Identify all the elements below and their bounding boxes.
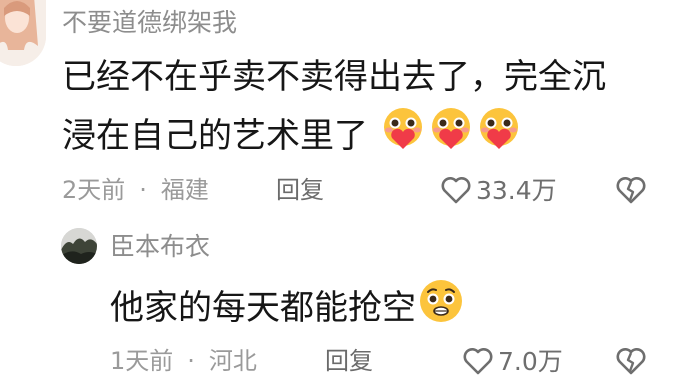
heart-hug-emoji-icon xyxy=(379,105,427,170)
comment-list: 不要道德绑架我 已经不在乎卖不卖得出去了，完全沉 浸在自己的艺术里了 2天前 ·… xyxy=(0,0,674,379)
heart-hug-emoji-icon xyxy=(475,105,523,170)
pleading-face-emoji-icon xyxy=(416,276,466,343)
like-button[interactable]: 7.0万 xyxy=(462,346,563,376)
like-count: 7.0万 xyxy=(498,346,563,376)
reply-button[interactable]: 回复 xyxy=(276,178,324,202)
comment-text-fragment: 浸在自己的艺术里了 xyxy=(62,116,368,156)
meta-separator: · xyxy=(187,347,195,375)
comment-meta: 1天前 · 河北 xyxy=(110,349,257,373)
heart-outline-icon xyxy=(441,177,471,204)
comment-time: 1天前 xyxy=(110,347,174,375)
meta-separator: · xyxy=(139,176,147,204)
broken-heart-icon xyxy=(616,177,646,204)
heart-outline-icon xyxy=(463,348,493,375)
username[interactable]: 臣本布衣 xyxy=(110,234,210,259)
comment-text-line: 已经不在乎卖不卖得出去了，完全沉 xyxy=(62,57,606,97)
heart-hug-emoji-icon xyxy=(427,105,475,170)
comment-text: 他家的每天都能抢空 xyxy=(110,276,466,343)
comment-text-line: 浸在自己的艺术里了 xyxy=(62,105,606,170)
broken-heart-icon xyxy=(616,348,646,375)
user-avatar[interactable] xyxy=(0,0,46,66)
dislike-button[interactable] xyxy=(615,175,647,209)
user-avatar[interactable] xyxy=(61,228,97,264)
anime-girl-avatar-icon xyxy=(0,0,46,66)
comment-location: 福建 xyxy=(160,176,209,204)
dislike-button[interactable] xyxy=(615,346,647,379)
comment-text-fragment: 他家的每天都能抢空 xyxy=(110,288,416,328)
username[interactable]: 不要道德绑架我 xyxy=(62,10,237,35)
comment-meta: 2天前 · 福建 xyxy=(62,178,209,202)
landscape-photo-avatar-icon xyxy=(61,228,97,264)
reply-button[interactable]: 回复 xyxy=(325,349,373,373)
comment-location: 河北 xyxy=(208,347,257,375)
comment-text: 已经不在乎卖不卖得出去了，完全沉 浸在自己的艺术里了 xyxy=(62,49,606,170)
comment-time: 2天前 xyxy=(62,176,126,204)
like-count: 33.4万 xyxy=(476,175,557,205)
like-button[interactable]: 33.4万 xyxy=(440,175,557,205)
